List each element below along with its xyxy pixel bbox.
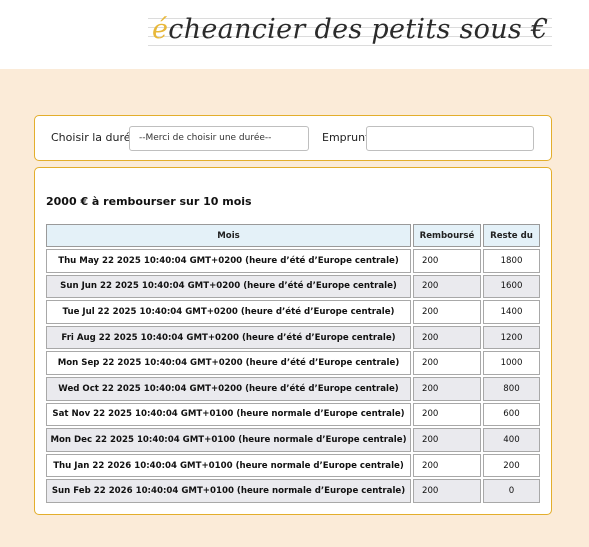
header-reste: Reste du	[483, 224, 540, 247]
duree-select[interactable]: --Merci de choisir une durée--	[129, 126, 309, 151]
table-row: Mon Sep 22 2025 10:40:04 GMT+0200 (heure…	[46, 351, 540, 375]
site-logo: écheancier des petits sous €	[148, 10, 553, 50]
table-row: Sun Feb 22 2026 10:40:04 GMT+0100 (heure…	[46, 479, 540, 503]
cell-mois: Thu May 22 2025 10:40:04 GMT+0200 (heure…	[46, 249, 411, 273]
emprunt-input[interactable]	[366, 126, 534, 151]
main-area: Choisir la durée --Merci de choisir une …	[0, 69, 589, 547]
cell-rembourse: 200	[413, 249, 481, 273]
cell-reste: 400	[483, 428, 540, 452]
table-header-row: Mois Remboursé Reste du	[46, 224, 540, 247]
cell-mois: Sat Nov 22 2025 10:40:04 GMT+0100 (heure…	[46, 402, 411, 427]
loan-summary: 2000 € à rembourser sur 10 mois	[46, 195, 252, 208]
cell-reste: 1000	[483, 351, 540, 375]
table-row: Sun Jun 22 2025 10:40:04 GMT+0200 (heure…	[46, 274, 540, 299]
cell-rembourse: 200	[413, 428, 481, 452]
cell-rembourse: 200	[413, 274, 481, 299]
cell-rembourse: 200	[413, 376, 481, 401]
cell-reste: 1600	[483, 274, 540, 299]
loan-form-panel: Choisir la durée --Merci de choisir une …	[34, 115, 552, 161]
cell-rembourse: 200	[413, 351, 481, 375]
table-row: Tue Jul 22 2025 10:40:04 GMT+0200 (heure…	[46, 300, 540, 324]
cell-rembourse: 200	[413, 402, 481, 427]
header-mois: Mois	[46, 224, 411, 247]
cell-reste: 1800	[483, 249, 540, 273]
table-row: Thu Jan 22 2026 10:40:04 GMT+0100 (heure…	[46, 453, 540, 478]
cell-mois: Mon Dec 22 2025 10:40:04 GMT+0100 (heure…	[46, 428, 411, 452]
cell-reste: 0	[483, 479, 540, 503]
duree-label: Choisir la durée	[51, 131, 138, 144]
cell-mois: Mon Sep 22 2025 10:40:04 GMT+0200 (heure…	[46, 351, 411, 375]
emprunt-label: Emprunt	[322, 131, 370, 144]
cell-mois: Tue Jul 22 2025 10:40:04 GMT+0200 (heure…	[46, 300, 411, 324]
schedule-table: Mois Remboursé Reste du Thu May 22 2025 …	[44, 222, 542, 505]
cell-reste: 600	[483, 402, 540, 427]
cell-mois: Wed Oct 22 2025 10:40:04 GMT+0200 (heure…	[46, 376, 411, 401]
cell-reste: 200	[483, 453, 540, 478]
cell-reste: 1200	[483, 325, 540, 350]
header-rembourse: Remboursé	[413, 224, 481, 247]
cell-mois: Sun Jun 22 2025 10:40:04 GMT+0200 (heure…	[46, 274, 411, 299]
site-header: écheancier des petits sous €	[0, 0, 589, 69]
table-row: Wed Oct 22 2025 10:40:04 GMT+0200 (heure…	[46, 376, 540, 401]
cell-mois: Thu Jan 22 2026 10:40:04 GMT+0100 (heure…	[46, 453, 411, 478]
schedule-panel: 2000 € à rembourser sur 10 mois Mois Rem…	[34, 167, 552, 515]
cell-rembourse: 200	[413, 453, 481, 478]
cell-reste: 1400	[483, 300, 540, 324]
logo-text: cheancier des petits sous €	[168, 14, 549, 45]
logo-accent-letter: é	[152, 14, 169, 45]
table-row: Thu May 22 2025 10:40:04 GMT+0200 (heure…	[46, 249, 540, 273]
cell-rembourse: 200	[413, 300, 481, 324]
cell-mois: Fri Aug 22 2025 10:40:04 GMT+0200 (heure…	[46, 325, 411, 350]
cell-mois: Sun Feb 22 2026 10:40:04 GMT+0100 (heure…	[46, 479, 411, 503]
table-row: Fri Aug 22 2025 10:40:04 GMT+0200 (heure…	[46, 325, 540, 350]
cell-rembourse: 200	[413, 479, 481, 503]
table-row: Sat Nov 22 2025 10:40:04 GMT+0100 (heure…	[46, 402, 540, 427]
cell-rembourse: 200	[413, 325, 481, 350]
table-row: Mon Dec 22 2025 10:40:04 GMT+0100 (heure…	[46, 428, 540, 452]
cell-reste: 800	[483, 376, 540, 401]
